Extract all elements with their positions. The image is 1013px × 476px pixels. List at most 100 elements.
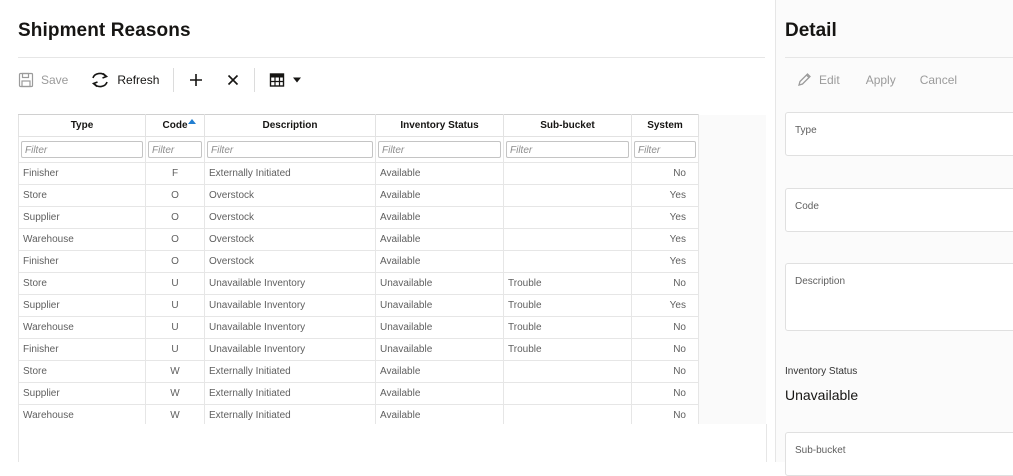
column-header-system[interactable]: System — [631, 114, 699, 137]
column-header-label: System — [647, 120, 683, 131]
filter-type-input[interactable]: Filter — [21, 141, 143, 158]
cell-system: Yes — [631, 294, 699, 317]
sort-ascending-icon — [188, 119, 196, 124]
detail-toolbar: Edit Apply Cancel — [796, 66, 957, 94]
table-row[interactable]: Supplier O Overstock Available Yes — [18, 206, 766, 229]
column-header-label: Code — [162, 120, 188, 131]
code-field-label: Code — [795, 201, 819, 212]
cell-type: Supplier — [18, 294, 146, 317]
filter-cell: Filter — [145, 136, 205, 163]
filter-code-input[interactable]: Filter — [148, 141, 202, 158]
cancel-button[interactable]: Cancel — [920, 73, 957, 87]
cell-sub-bucket: Trouble — [503, 338, 632, 361]
type-field-label: Type — [795, 125, 817, 136]
inventory-status-label: Inventory Status — [785, 366, 858, 377]
cell-type: Finisher — [18, 338, 146, 361]
sub-bucket-field-label: Sub-bucket — [795, 445, 846, 456]
row-spacer — [698, 250, 766, 273]
cell-type: Store — [18, 360, 146, 383]
cell-system: No — [631, 272, 699, 295]
cell-sub-bucket — [503, 228, 632, 251]
code-field[interactable]: Code — [785, 188, 1013, 232]
table-row[interactable]: Supplier U Unavailable Inventory Unavailabl… — [18, 294, 766, 317]
cell-system: No — [631, 360, 699, 383]
table-row[interactable]: Finisher O Overstock Available Yes — [18, 250, 766, 273]
cell-system: No — [631, 316, 699, 339]
cell-sub-bucket: Trouble — [503, 272, 632, 295]
add-icon — [188, 72, 204, 88]
column-header-label: Description — [262, 120, 318, 131]
apply-label: Apply — [865, 73, 896, 87]
cell-code: F — [145, 162, 205, 185]
cell-code: O — [145, 228, 205, 251]
cell-inventory-status: Available — [375, 162, 504, 185]
cell-code: U — [145, 294, 205, 317]
column-header-code[interactable]: Code — [145, 114, 205, 137]
row-spacer — [698, 382, 766, 405]
cell-description: Overstock — [204, 250, 376, 273]
save-button[interactable]: Save — [18, 72, 68, 88]
refresh-button[interactable]: Refresh — [90, 71, 159, 89]
pencil-icon — [796, 72, 812, 88]
column-header-label: Inventory Status — [400, 120, 479, 131]
header-row: Type Code Description Inventory Status S… — [18, 114, 766, 137]
cell-inventory-status: Available — [375, 206, 504, 229]
description-field-label: Description — [795, 276, 846, 287]
row-spacer — [698, 228, 766, 251]
column-header-sub-bucket[interactable]: Sub-bucket — [503, 114, 632, 137]
cell-code: U — [145, 338, 205, 361]
column-header-inventory-status[interactable]: Inventory Status — [375, 114, 504, 137]
apply-button[interactable]: Apply — [866, 73, 896, 87]
cell-description: Externally Initiated — [204, 382, 376, 405]
row-spacer — [698, 206, 766, 229]
cell-type: Warehouse — [18, 228, 146, 251]
delete-icon — [226, 73, 240, 87]
filter-inventory-status-input[interactable]: Filter — [378, 141, 501, 158]
edit-button[interactable]: Edit — [796, 72, 840, 88]
table-row[interactable]: Warehouse O Overstock Available Yes — [18, 228, 766, 251]
toolbar-separator — [254, 68, 256, 92]
filter-cell: Filter — [375, 136, 504, 163]
column-header-description[interactable]: Description — [204, 114, 376, 137]
cell-system: No — [631, 162, 699, 185]
grid-menu-button[interactable] — [269, 72, 302, 88]
sub-bucket-field[interactable]: Sub-bucket — [785, 432, 1013, 476]
cell-sub-bucket — [503, 360, 632, 383]
description-field[interactable]: Description — [785, 263, 1013, 331]
cell-sub-bucket — [503, 382, 632, 405]
cell-type: Supplier — [18, 382, 146, 405]
cell-sub-bucket: Trouble — [503, 294, 632, 317]
column-header-type[interactable]: Type — [18, 114, 146, 137]
cell-sub-bucket — [503, 206, 632, 229]
cell-type: Finisher — [18, 250, 146, 273]
cell-inventory-status: Available — [375, 228, 504, 251]
table-row[interactable]: Store W Externally Initiated Available No — [18, 360, 766, 383]
table-row[interactable]: Store O Overstock Available Yes — [18, 184, 766, 207]
refresh-icon — [90, 71, 110, 89]
save-label: Save — [41, 73, 69, 87]
cell-inventory-status: Unavailable — [375, 294, 504, 317]
cell-type: Warehouse — [18, 316, 146, 339]
filter-cell: Filter — [631, 136, 699, 163]
cell-type: Store — [18, 272, 146, 295]
delete-button[interactable] — [226, 73, 240, 87]
add-button[interactable] — [188, 72, 204, 88]
table-row[interactable]: Store U Unavailable Inventory Unavailable Tr… — [18, 272, 766, 295]
detail-title: Detail — [785, 20, 837, 41]
title-divider — [18, 57, 765, 58]
filter-sub-bucket-input[interactable]: Filter — [506, 141, 629, 158]
filter-cell: Filter — [18, 136, 146, 163]
cell-system: Yes — [631, 184, 699, 207]
table-row[interactable]: Finisher F Externally Initiated Available No — [18, 162, 766, 185]
cell-description: Overstock — [204, 184, 376, 207]
edit-label: Edit — [819, 73, 840, 87]
type-field[interactable]: Type — [785, 112, 1013, 156]
cell-inventory-status: Available — [375, 250, 504, 273]
filter-system-input[interactable]: Filter — [634, 141, 696, 158]
table-row[interactable]: Finisher U Unavailable Inventory Unavailabl… — [18, 338, 766, 361]
table-row[interactable]: Supplier W Externally Initiated Available No — [18, 382, 766, 405]
table-row[interactable]: Warehouse U Unavailable Inventory Unavailab… — [18, 316, 766, 339]
cell-type: Finisher — [18, 162, 146, 185]
filter-description-input[interactable]: Filter — [207, 141, 373, 158]
cell-inventory-status: Unavailable — [375, 338, 504, 361]
